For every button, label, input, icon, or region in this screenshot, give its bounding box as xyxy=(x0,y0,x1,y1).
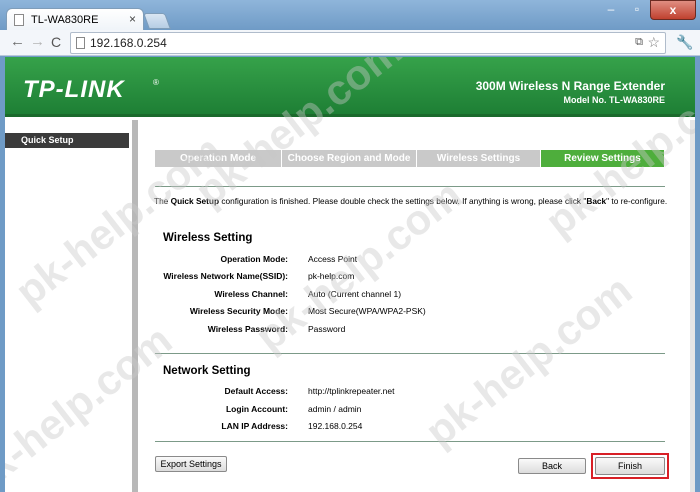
row-channel: Wireless Channel: Auto (Current channel … xyxy=(138,289,678,301)
model-number: Model No. TL-WA830RE xyxy=(563,95,665,105)
close-icon[interactable]: x xyxy=(650,0,696,20)
row-label: Login Account: xyxy=(225,404,288,414)
row-label: Wireless Password: xyxy=(207,324,288,334)
row-label: Wireless Network Name(SSID): xyxy=(163,271,288,281)
row-value: pk-help.com xyxy=(308,271,355,281)
intro-bold-quick-setup: Quick Setup xyxy=(170,196,220,206)
intro-bold-back: Back xyxy=(586,196,607,206)
export-settings-button[interactable]: Export Settings xyxy=(155,456,227,472)
window-titlebar: TL-WA830RE × – ▫ x xyxy=(0,0,700,32)
address-bar-url[interactable]: 192.168.0.254 xyxy=(90,36,167,50)
row-label: Operation Mode: xyxy=(220,254,288,264)
content-frame: Operation Mode Choose Region and Mode Wi… xyxy=(132,120,690,492)
row-default-access: Default Access: http://tplinkrepeater.ne… xyxy=(138,386,678,398)
intro-part: " to re-configure. xyxy=(606,196,668,206)
finish-button[interactable]: Finish xyxy=(595,457,665,475)
row-security-mode: Wireless Security Mode: Most Secure(WPA/… xyxy=(138,306,678,318)
row-ssid: Wireless Network Name(SSID): pk-help.com xyxy=(138,271,678,283)
intro-part: The xyxy=(154,196,171,206)
row-value: 192.168.0.254 xyxy=(308,421,363,431)
tp-link-logo: TP-LINK xyxy=(23,76,125,103)
divider xyxy=(155,186,665,187)
browser-tab[interactable]: TL-WA830RE × xyxy=(6,8,144,32)
step-wireless-settings: Wireless Settings xyxy=(417,150,541,167)
translate-icon[interactable]: ⧉ xyxy=(635,36,643,49)
row-value: Auto (Current channel 1) xyxy=(308,289,402,299)
intro-part: configuration is finished. Please double… xyxy=(219,196,587,206)
back-arrow-icon[interactable]: ← xyxy=(10,33,25,50)
sidebar: Quick Setup xyxy=(5,120,132,492)
back-button[interactable]: Back xyxy=(518,458,586,474)
browser-toolbar: ← → C 192.168.0.254 ⧉ ☆ 🔧 xyxy=(0,30,700,56)
setup-steps: Operation Mode Choose Region and Mode Wi… xyxy=(155,150,664,167)
row-value: http://tplinkrepeater.net xyxy=(308,386,395,396)
row-label: Wireless Channel: xyxy=(214,289,288,299)
row-value: Password xyxy=(308,324,346,334)
wireless-setting-title: Wireless Setting xyxy=(163,232,253,244)
tab-close-icon[interactable]: × xyxy=(129,12,136,26)
bookmark-star-icon[interactable]: ☆ xyxy=(647,34,660,51)
page-icon xyxy=(76,37,85,49)
row-value: Access Point xyxy=(308,254,358,264)
step-operation-mode: Operation Mode xyxy=(155,150,282,167)
intro-text: The Quick Setup configuration is finishe… xyxy=(154,196,674,206)
row-password: Wireless Password: Password xyxy=(138,324,678,336)
step-choose-region: Choose Region and Mode xyxy=(282,150,417,167)
row-value: Most Secure(WPA/WPA2-PSK) xyxy=(308,306,426,316)
row-value: admin / admin xyxy=(308,404,362,414)
tab-title: TL-WA830RE xyxy=(31,14,99,26)
wrench-icon[interactable]: 🔧 xyxy=(676,34,693,51)
maximize-icon[interactable]: ▫ xyxy=(624,0,650,20)
page-icon xyxy=(14,14,24,26)
minimize-icon[interactable]: – xyxy=(598,0,624,20)
row-label: LAN IP Address: xyxy=(221,421,288,431)
row-label: Default Access: xyxy=(224,386,288,396)
address-bar[interactable]: 192.168.0.254 ⧉ ☆ xyxy=(70,32,666,54)
product-title: 300M Wireless N Range Extender xyxy=(475,79,665,93)
row-login-account: Login Account: admin / admin xyxy=(138,404,678,416)
network-setting-title: Network Setting xyxy=(163,365,251,377)
step-review-settings: Review Settings xyxy=(541,150,664,167)
forward-arrow-icon[interactable]: → xyxy=(30,33,45,50)
brand-header: TP-LINK ® 300M Wireless N Range Extender… xyxy=(5,57,695,117)
new-tab-button[interactable] xyxy=(143,13,171,29)
divider xyxy=(155,353,665,354)
scrollbar[interactable] xyxy=(690,120,695,492)
sidebar-item-quick-setup[interactable]: Quick Setup xyxy=(5,133,129,148)
divider xyxy=(155,441,665,442)
registered-mark: ® xyxy=(153,78,159,87)
reload-icon[interactable]: C xyxy=(51,34,61,50)
row-lan-ip: LAN IP Address: 192.168.0.254 xyxy=(138,421,678,433)
page-viewport: TP-LINK ® 300M Wireless N Range Extender… xyxy=(5,57,695,492)
row-operation-mode: Operation Mode: Access Point xyxy=(138,254,678,266)
row-label: Wireless Security Mode: xyxy=(189,306,288,316)
